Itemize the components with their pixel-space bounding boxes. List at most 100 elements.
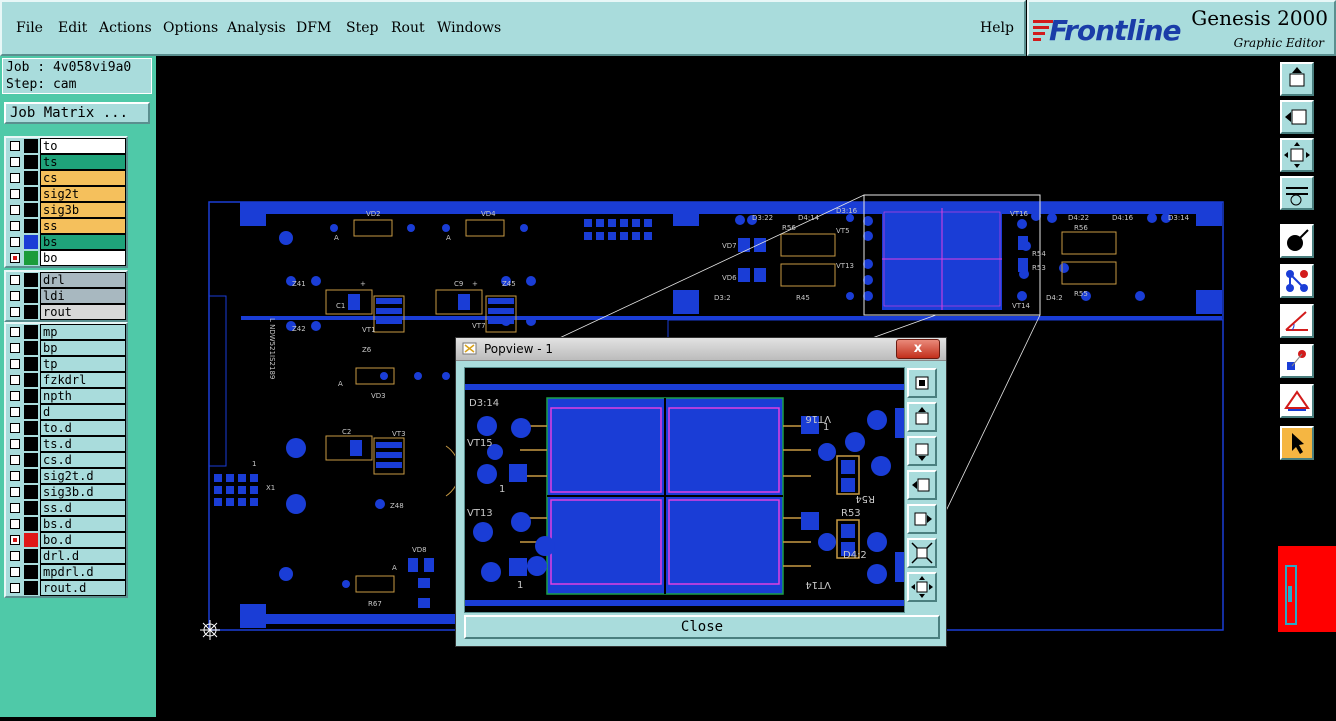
layer-color-swatch[interactable]	[24, 251, 38, 265]
menu-analysis[interactable]: Analysis	[227, 20, 286, 36]
layer-color-swatch[interactable]	[24, 533, 38, 547]
layer-color-swatch[interactable]	[24, 357, 38, 371]
layer-name[interactable]: d	[40, 404, 126, 420]
job-matrix-button[interactable]: Job Matrix ...	[4, 102, 150, 124]
layer-checkbox[interactable]	[10, 253, 20, 263]
layer-row-sig3b-d[interactable]: sig3b.d	[6, 484, 126, 500]
layer-row-rout[interactable]: rout	[6, 304, 126, 320]
menu-options[interactable]: Options	[163, 20, 218, 36]
layer-color-swatch[interactable]	[24, 341, 38, 355]
layer-row-bs[interactable]: bs	[6, 234, 126, 250]
triangle-tool[interactable]	[1280, 384, 1314, 418]
layer-checkbox[interactable]	[10, 551, 20, 561]
layer-row-fzkdrl[interactable]: fzkdrl	[6, 372, 126, 388]
layer-name[interactable]: to.d	[40, 420, 126, 436]
layer-checkbox[interactable]	[10, 487, 20, 497]
layer-row-cs-d[interactable]: cs.d	[6, 452, 126, 468]
layer-checkbox[interactable]	[10, 503, 20, 513]
popview-pan-down-button[interactable]	[907, 436, 937, 466]
layer-checkbox[interactable]	[10, 391, 20, 401]
layer-color-swatch[interactable]	[24, 373, 38, 387]
layer-checkbox[interactable]	[10, 439, 20, 449]
layer-color-swatch[interactable]	[24, 517, 38, 531]
layer-checkbox[interactable]	[10, 291, 20, 301]
layer-checkbox[interactable]	[10, 583, 20, 593]
layer-row-ldi[interactable]: ldi	[6, 288, 126, 304]
layer-name[interactable]: bs.d	[40, 516, 126, 532]
layer-row-ts-d[interactable]: ts.d	[6, 436, 126, 452]
layer-row-mpdrl-d[interactable]: mpdrl.d	[6, 564, 126, 580]
layer-row-bo[interactable]: bo	[6, 250, 126, 266]
popview-window[interactable]: Popview - 1 x D3:14 VT15 VT13 1 1 VT16 1…	[455, 337, 947, 647]
layer-name[interactable]: sig2t.d	[40, 468, 126, 484]
menu-windows[interactable]: Windows	[437, 20, 501, 36]
layer-checkbox[interactable]	[10, 327, 20, 337]
menu-file[interactable]: File	[16, 20, 43, 36]
layer-row-tp[interactable]: tp	[6, 356, 126, 372]
layer-color-swatch[interactable]	[24, 187, 38, 201]
layer-name[interactable]: fzkdrl	[40, 372, 126, 388]
layer-color-swatch[interactable]	[24, 501, 38, 515]
layer-row-rout-d[interactable]: rout.d	[6, 580, 126, 596]
menu-help[interactable]: Help	[980, 20, 1014, 36]
layer-color-swatch[interactable]	[24, 565, 38, 579]
layer-checkbox[interactable]	[10, 307, 20, 317]
layer-color-swatch[interactable]	[24, 289, 38, 303]
layer-name[interactable]: ldi	[40, 288, 126, 304]
layer-row-ss-d[interactable]: ss.d	[6, 500, 126, 516]
layer-row-bp[interactable]: bp	[6, 340, 126, 356]
layer-color-swatch[interactable]	[24, 139, 38, 153]
select-object-tool[interactable]	[1280, 224, 1314, 258]
menu-actions[interactable]: Actions	[99, 20, 152, 36]
layer-row-d[interactable]: d	[6, 404, 126, 420]
layer-checkbox[interactable]	[10, 535, 20, 545]
layer-checkbox[interactable]	[10, 455, 20, 465]
pan-left-tool[interactable]	[1280, 100, 1314, 134]
layer-name[interactable]: sig2t	[40, 186, 126, 202]
layer-name[interactable]: ss.d	[40, 500, 126, 516]
menu-step[interactable]: Step	[346, 20, 378, 36]
popview-pan-left-button[interactable]	[907, 470, 937, 500]
layer-checkbox[interactable]	[10, 205, 20, 215]
layer-name[interactable]: sig3b.d	[40, 484, 126, 500]
layer-row-bo-d[interactable]: bo.d	[6, 532, 126, 548]
layer-color-swatch[interactable]	[24, 469, 38, 483]
menu-rout[interactable]: Rout	[391, 20, 425, 36]
layer-name[interactable]: cs	[40, 170, 126, 186]
layer-checkbox[interactable]	[10, 343, 20, 353]
popview-zoom-in-button[interactable]	[907, 368, 937, 398]
layer-row-to[interactable]: to	[6, 138, 126, 154]
layer-row-ts[interactable]: ts	[6, 154, 126, 170]
layer-checkbox[interactable]	[10, 221, 20, 231]
layer-checkbox[interactable]	[10, 423, 20, 433]
layer-color-swatch[interactable]	[24, 171, 38, 185]
close-icon[interactable]: x	[896, 339, 940, 359]
layer-name[interactable]: tp	[40, 356, 126, 372]
layer-color-swatch[interactable]	[24, 325, 38, 339]
popview-close-button[interactable]: Close	[464, 615, 940, 639]
popview-pan-right-button[interactable]	[907, 504, 937, 534]
popview-fit-button[interactable]	[907, 572, 937, 602]
menu-dfm[interactable]: DFM	[296, 20, 331, 36]
layer-name[interactable]: cs.d	[40, 452, 126, 468]
layer-name[interactable]: bp	[40, 340, 126, 356]
pointer-tool[interactable]	[1280, 426, 1314, 460]
pan-up-tool[interactable]	[1280, 62, 1314, 96]
layer-color-swatch[interactable]	[24, 437, 38, 451]
layer-color-swatch[interactable]	[24, 421, 38, 435]
layer-name[interactable]: to	[40, 138, 126, 154]
layer-name[interactable]: ss	[40, 218, 126, 234]
layer-name[interactable]: bo	[40, 250, 126, 266]
layer-checkbox[interactable]	[10, 359, 20, 369]
layer-color-swatch[interactable]	[24, 305, 38, 319]
layer-row-to-d[interactable]: to.d	[6, 420, 126, 436]
layer-color-swatch[interactable]	[24, 581, 38, 595]
layer-row-sig2t[interactable]: sig2t	[6, 186, 126, 202]
popview-canvas[interactable]: D3:14 VT15 VT13 1 1 VT16 1 R54 R53 D4:2 …	[464, 367, 905, 613]
layer-name[interactable]: npth	[40, 388, 126, 404]
layer-checkbox[interactable]	[10, 189, 20, 199]
layer-name[interactable]: bs	[40, 234, 126, 250]
layer-color-swatch[interactable]	[24, 203, 38, 217]
layer-name[interactable]: drl	[40, 272, 126, 288]
zoom-fit-tool[interactable]	[1280, 138, 1314, 172]
